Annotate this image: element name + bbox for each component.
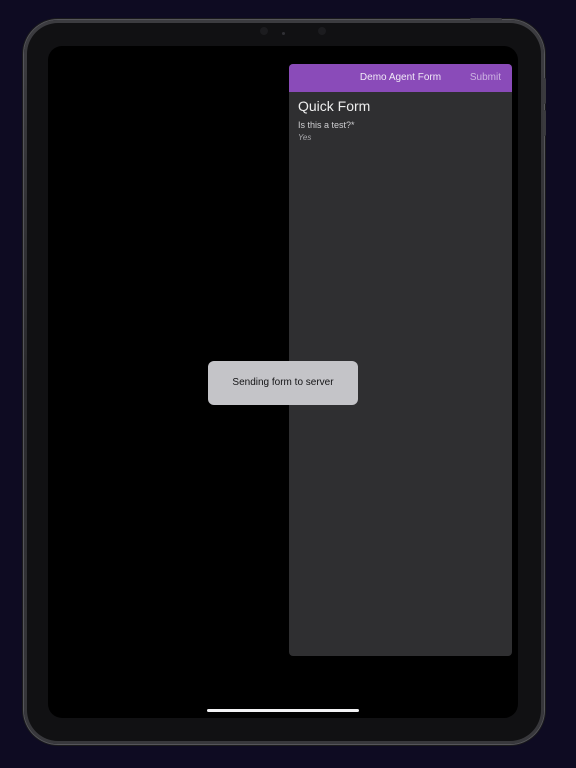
scene-background: Demo Agent Form Submit Quick Form Is thi… <box>0 0 576 768</box>
front-camera-icon <box>260 27 268 35</box>
device-screen: Demo Agent Form Submit Quick Form Is thi… <box>48 46 518 718</box>
form-heading: Quick Form <box>298 98 371 114</box>
question-answer[interactable]: Yes <box>298 133 311 143</box>
question-label: Is this a test?* <box>298 120 355 130</box>
face-sensor-icon <box>318 27 326 35</box>
home-indicator[interactable] <box>207 709 359 712</box>
toast-message: Sending form to server <box>232 377 334 388</box>
sending-toast: Sending form to server <box>208 361 358 405</box>
submit-button[interactable]: Submit <box>470 72 501 84</box>
top-power-button <box>470 18 502 21</box>
ambient-sensor <box>282 32 285 35</box>
form-nav-bar: Demo Agent Form Submit <box>289 64 512 92</box>
volume-up-button <box>543 78 546 104</box>
volume-down-button <box>543 110 546 136</box>
form-sheet: Demo Agent Form Submit Quick Form Is thi… <box>289 64 512 656</box>
